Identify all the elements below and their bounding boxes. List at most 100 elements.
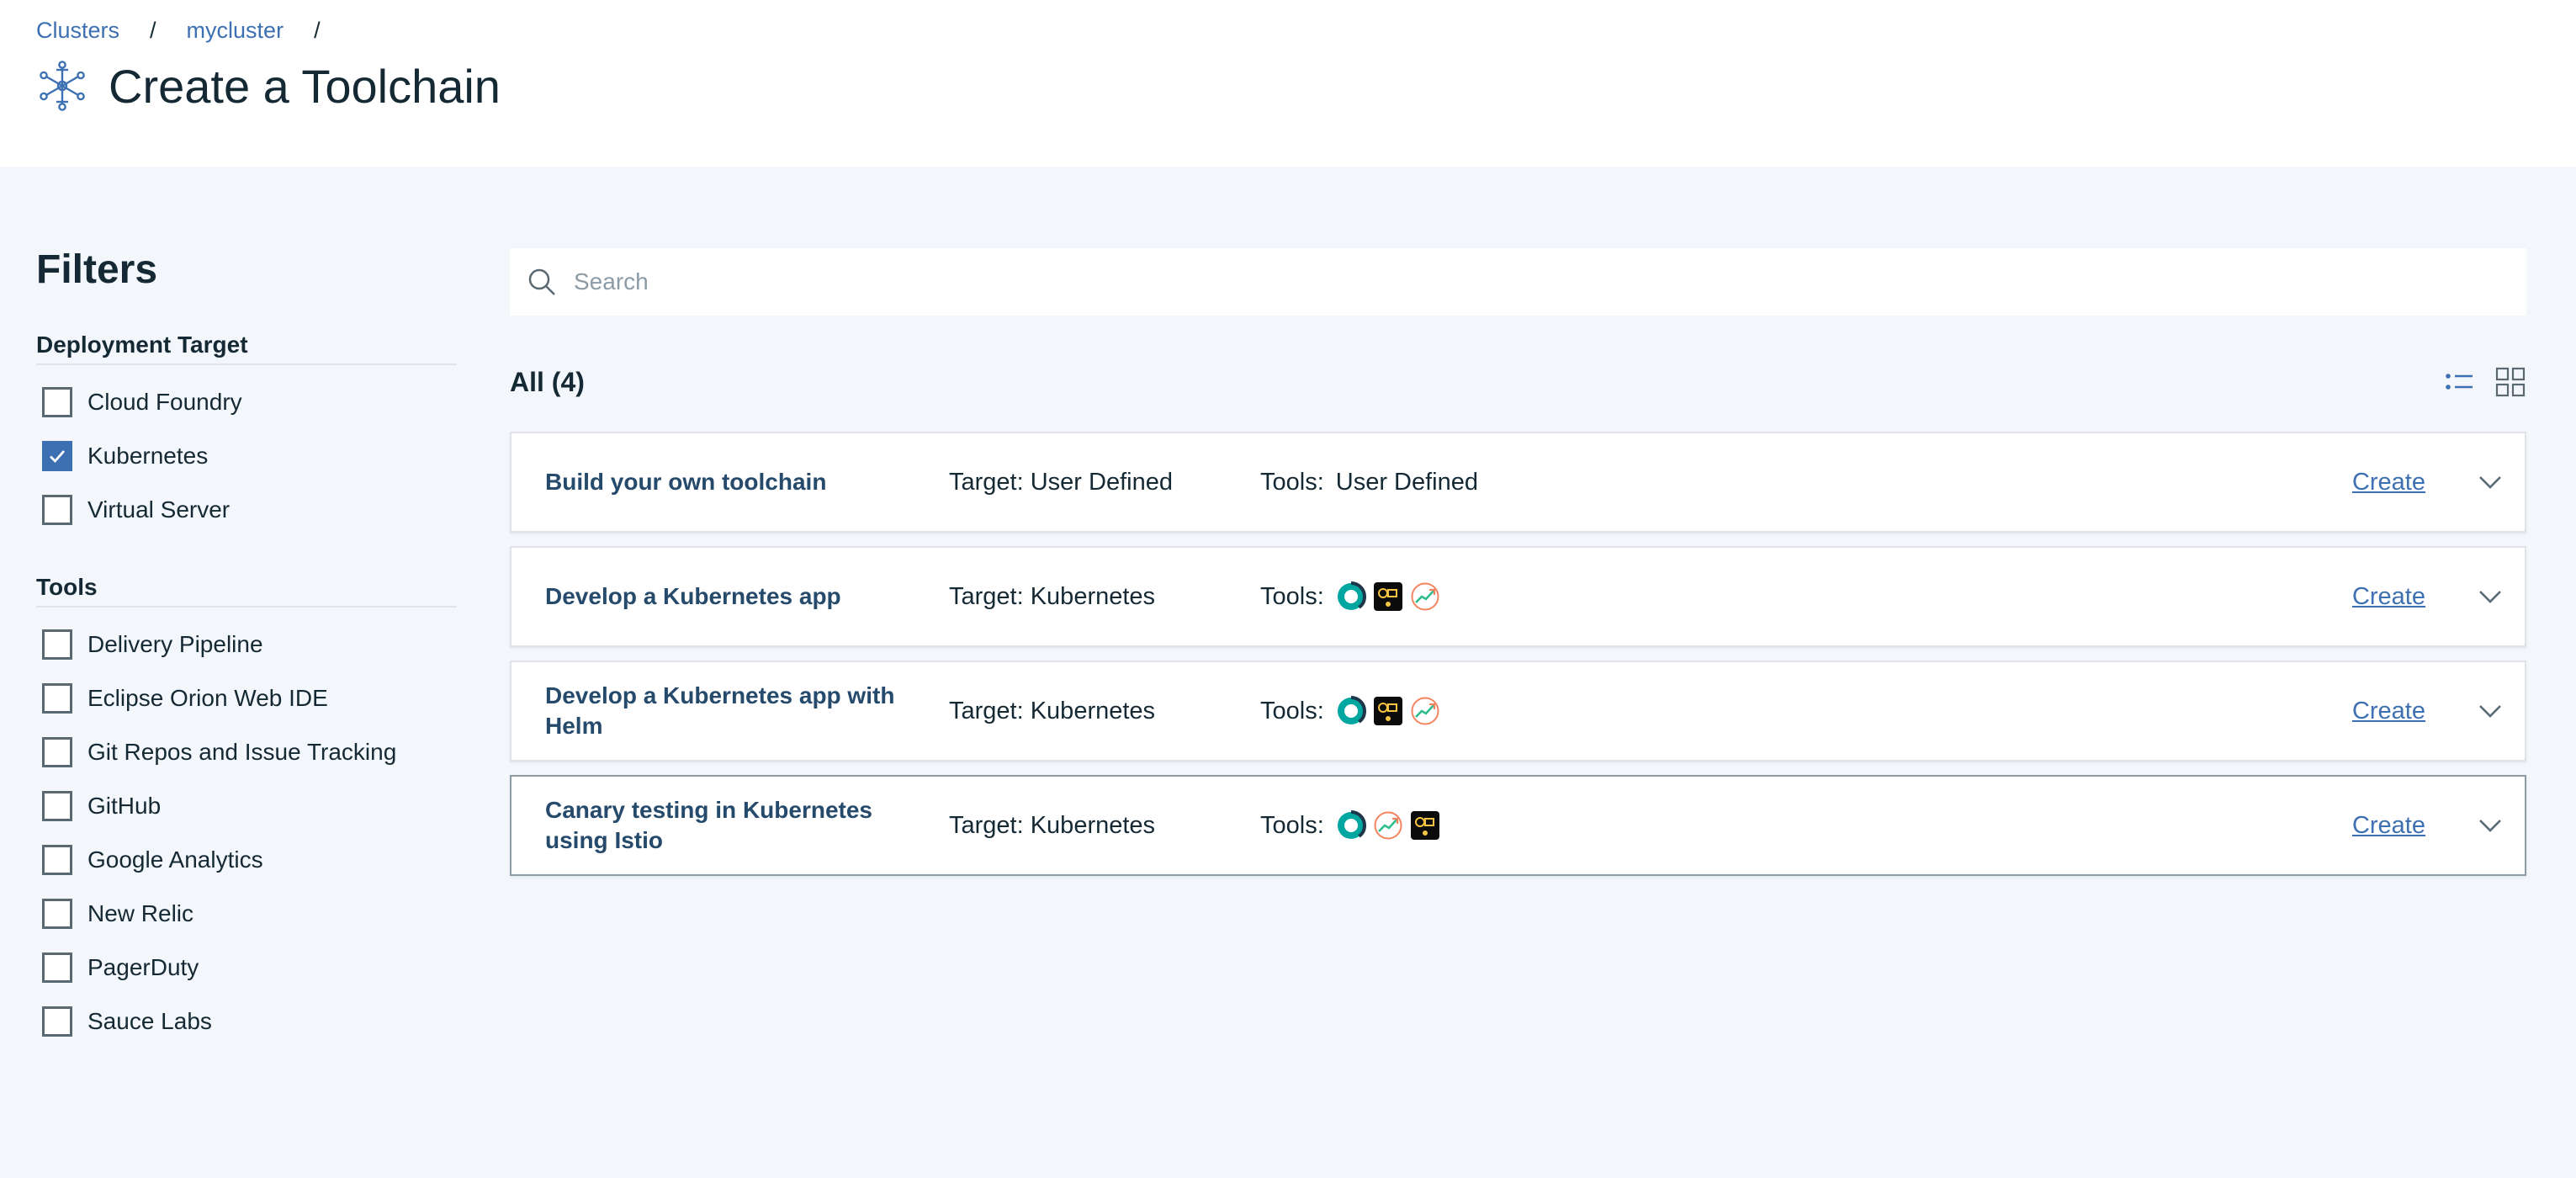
toolchain-template-row[interactable]: Develop a Kubernetes app Target: Kubernet…	[510, 546, 2526, 647]
template-tools: Tools: User Defined	[1260, 469, 2352, 496]
toolchain-template-row[interactable]: Build your own toolchain Target: User Def…	[510, 432, 2526, 533]
deployment-target-option-label: Cloud Foundry	[87, 389, 242, 415]
page-header: Clusters / mycluster / Create a Toolchai…	[0, 0, 2576, 167]
tool-filter-option[interactable]: New Relic	[36, 887, 457, 941]
breadcrumb-separator: /	[150, 17, 156, 43]
deployment-target-options: Cloud Foundry Kubernetes Virtual Server	[36, 375, 457, 537]
tool-filter-option[interactable]: Google Analytics	[36, 833, 457, 887]
toolchain-template-row[interactable]: Develop a Kubernetes app with Helm Target…	[510, 661, 2526, 761]
tool-filter-option[interactable]: Delivery Pipeline	[36, 618, 457, 671]
deployment-target-option-label: Virtual Server	[87, 496, 231, 523]
tool-filter-checkbox[interactable]	[42, 952, 72, 983]
page-title: Create a Toolchain	[109, 59, 501, 113]
list-header: All (4)	[510, 356, 2526, 408]
orion-icon	[1410, 811, 1439, 840]
create-link[interactable]: Create	[2352, 812, 2425, 840]
tool-filter-option[interactable]: GitHub	[36, 779, 457, 833]
template-target: Target: Kubernetes	[949, 697, 1156, 724]
view-toggle	[2444, 366, 2526, 398]
network-snowflake-icon	[40, 61, 85, 111]
ring-icon	[1335, 581, 1366, 612]
search-bar[interactable]	[510, 248, 2526, 316]
tool-filter-option-label: New Relic	[87, 900, 194, 926]
tool-icons	[1335, 696, 1440, 726]
tool-filter-checkbox[interactable]	[42, 845, 72, 875]
tool-filter-checkbox[interactable]	[42, 629, 72, 660]
chevron-down-icon[interactable]	[2476, 582, 2504, 611]
filters-sidebar: Filters Deployment Target Cloud Foundry K…	[36, 236, 457, 1048]
create-link[interactable]: Create	[2352, 469, 2425, 496]
deployment-target-option[interactable]: Kubernetes	[36, 429, 457, 483]
orion-icon	[1373, 582, 1402, 611]
create-link[interactable]: Create	[2352, 583, 2425, 611]
template-tools: Tools:	[1260, 581, 2352, 612]
main-content: All (4) Build your own toolchain Target: …	[510, 248, 2526, 889]
orion-icon	[1373, 697, 1402, 725]
tool-filter-option-label: Google Analytics	[87, 846, 263, 873]
chevron-down-icon[interactable]	[2476, 811, 2504, 840]
tool-filter-checkbox[interactable]	[42, 737, 72, 767]
tool-filter-option-label: GitHub	[87, 793, 162, 819]
trend-icon	[1411, 697, 1439, 725]
chevron-down-icon[interactable]	[2476, 697, 2504, 725]
chevron-down-icon[interactable]	[2476, 468, 2504, 496]
tool-filter-checkbox[interactable]	[42, 899, 72, 929]
breadcrumb-clusters-link[interactable]: Clusters	[36, 18, 119, 44]
tools-label: Tools:	[1260, 582, 1324, 610]
template-name: Canary testing in Kubernetes using Istio	[545, 797, 872, 853]
ring-icon	[1335, 810, 1366, 841]
tool-filter-option[interactable]: Eclipse Orion Web IDE	[36, 671, 457, 725]
tool-filter-option-label: Sauce Labs	[87, 1008, 212, 1034]
tool-filter-option-label: Delivery Pipeline	[87, 631, 263, 657]
tool-filter-checkbox[interactable]	[42, 1006, 72, 1037]
create-link[interactable]: Create	[2352, 698, 2425, 725]
breadcrumb-separator: /	[314, 17, 321, 43]
deployment-target-checkbox[interactable]	[42, 387, 72, 417]
tool-filter-option[interactable]: Sauce Labs	[36, 995, 457, 1048]
template-target: Target: Kubernetes	[949, 582, 1156, 610]
deployment-target-checkbox[interactable]	[42, 441, 72, 471]
trend-icon	[1411, 582, 1439, 611]
template-name: Build your own toolchain	[545, 469, 827, 495]
tools-label: Tools:	[1260, 811, 1324, 839]
tools-section: Tools Delivery Pipeline Eclipse Orion Web…	[36, 567, 457, 1048]
tools-label: Tools:	[1260, 468, 1324, 496]
template-tools: Tools:	[1260, 810, 2352, 841]
ring-icon	[1335, 696, 1366, 726]
deployment-target-option[interactable]: Cloud Foundry	[36, 375, 457, 429]
template-target: Target: User Defined	[949, 468, 1173, 496]
template-name: Develop a Kubernetes app	[545, 583, 841, 609]
tool-filter-option-label: PagerDuty	[87, 954, 199, 980]
template-target: Target: Kubernetes	[949, 811, 1156, 839]
toolchain-template-row[interactable]: Canary testing in Kubernetes using Istio…	[510, 775, 2526, 876]
filters-title: Filters	[36, 247, 158, 292]
template-tools: Tools:	[1260, 696, 2352, 726]
tool-filter-option-label: Eclipse Orion Web IDE	[87, 685, 328, 711]
tool-filter-checkbox[interactable]	[42, 683, 72, 714]
results-count: All (4)	[510, 366, 585, 397]
tool-filter-checkbox[interactable]	[42, 791, 72, 821]
search-input[interactable]	[574, 268, 2425, 295]
breadcrumb: Clusters / mycluster /	[36, 15, 351, 45]
checkmark-icon	[50, 450, 66, 464]
list-view-icon[interactable]	[2444, 366, 2476, 398]
breadcrumb-mycluster-link[interactable]: mycluster	[187, 18, 284, 44]
toolchain-template-list: Build your own toolchain Target: User Def…	[510, 432, 2526, 876]
tool-filter-option[interactable]: PagerDuty	[36, 941, 457, 995]
grid-view-icon[interactable]	[2494, 366, 2526, 398]
deployment-target-title: Deployment Target	[36, 325, 457, 365]
tools-title: Tools	[36, 567, 457, 608]
deployment-target-checkbox[interactable]	[42, 495, 72, 525]
template-name: Develop a Kubernetes app with Helm	[545, 682, 895, 739]
page-title-row: Create a Toolchain	[36, 52, 501, 119]
tools-options: Delivery Pipeline Eclipse Orion Web IDE Gi…	[36, 618, 457, 1048]
deployment-target-option[interactable]: Virtual Server	[36, 483, 457, 537]
tools-label: Tools:	[1260, 697, 1324, 724]
tool-filter-option[interactable]: Git Repos and Issue Tracking	[36, 725, 457, 779]
deployment-target-option-label: Kubernetes	[87, 443, 209, 469]
deployment-target-section: Deployment Target Cloud Foundry Kubernete…	[36, 325, 457, 537]
tool-filter-option-label: Git Repos and Issue Tracking	[87, 739, 397, 765]
tool-icons	[1335, 581, 1440, 612]
trend-icon	[1374, 811, 1402, 840]
tools-text: User Defined	[1335, 468, 1479, 496]
